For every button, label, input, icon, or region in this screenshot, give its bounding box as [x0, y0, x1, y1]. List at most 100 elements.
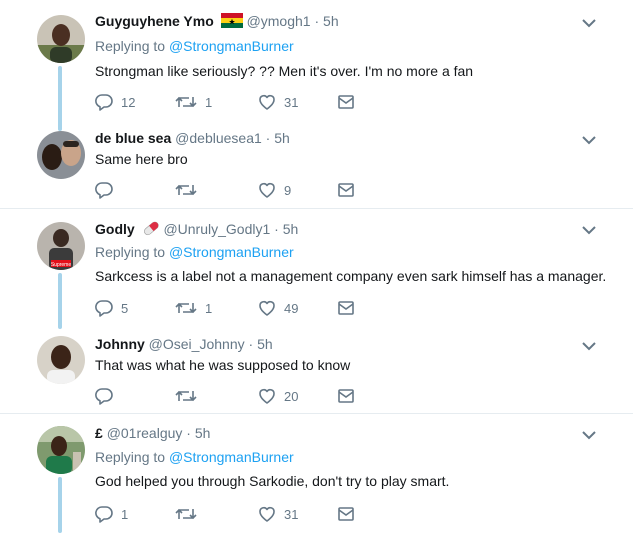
reply-icon: [95, 94, 113, 111]
separator-dot: ·: [248, 336, 254, 352]
timestamp[interactable]: 5h: [257, 336, 273, 352]
display-name[interactable]: Johnny: [95, 336, 145, 352]
tweet-actions: 9: [95, 180, 395, 200]
like-button[interactable]: 31: [258, 92, 298, 112]
user-handle[interactable]: @ymogh1: [247, 13, 311, 29]
like-count: 20: [284, 388, 299, 404]
timestamp[interactable]: 5h: [283, 221, 299, 237]
direct-message-button[interactable]: [338, 298, 354, 318]
mention-link[interactable]: @StrongmanBurner: [169, 38, 294, 54]
user-handle[interactable]: @Osei_Johnny: [149, 336, 245, 352]
display-name[interactable]: de blue sea: [95, 130, 171, 146]
heart-icon: [259, 300, 275, 316]
like-button[interactable]: 9: [258, 180, 291, 200]
tweet-text: That was what he was supposed to know: [95, 357, 351, 373]
avatar[interactable]: [37, 15, 85, 63]
retweet-count: 1: [205, 300, 213, 316]
retweet-button[interactable]: [175, 504, 205, 524]
user-handle[interactable]: @debluesea1: [175, 130, 262, 146]
direct-message-button[interactable]: [338, 386, 354, 406]
display-name[interactable]: £: [95, 425, 103, 441]
display-name[interactable]: Guyguyhene Ymo: [95, 13, 214, 29]
envelope-icon: [338, 389, 354, 403]
thread-line: [58, 66, 62, 131]
user-handle[interactable]: @Unruly_Godly1: [163, 221, 270, 237]
retweet-icon: [175, 184, 197, 196]
envelope-icon: [338, 183, 354, 197]
svg-text:Supreme: Supreme: [51, 262, 72, 268]
tweet-header: Godly @Unruly_Godly1 · 5h: [95, 220, 298, 239]
separator-dot: ·: [265, 130, 271, 146]
avatar[interactable]: [37, 131, 85, 179]
retweet-icon: [175, 302, 197, 314]
like-button[interactable]: 49: [258, 298, 298, 318]
chevron-down-icon[interactable]: [582, 135, 596, 145]
reply-button[interactable]: 5: [95, 298, 128, 318]
envelope-icon: [338, 301, 354, 315]
reply-count: 12: [121, 94, 136, 110]
direct-message-button[interactable]: [338, 504, 354, 524]
replying-to-label: Replying to: [95, 244, 166, 260]
chevron-down-icon[interactable]: [582, 18, 596, 28]
reply-button[interactable]: 12: [95, 92, 135, 112]
tweet-actions: 5 1 49: [95, 298, 395, 318]
thread-line: [58, 477, 62, 533]
reply-button[interactable]: [95, 180, 121, 200]
tweet-header: £ @01realguy · 5h: [95, 425, 210, 441]
chevron-down-icon[interactable]: [582, 430, 596, 440]
retweet-button[interactable]: [175, 180, 205, 200]
user-handle[interactable]: @01realguy: [107, 425, 183, 441]
tweet-header: Guyguyhene Ymo @ymogh1 · 5h: [95, 13, 339, 31]
retweet-button[interactable]: 1: [175, 298, 212, 318]
tweet-actions: 20: [95, 386, 395, 406]
like-count: 9: [284, 182, 292, 198]
heart-icon: [259, 94, 275, 110]
avatar[interactable]: [37, 426, 85, 474]
retweet-icon: [175, 96, 197, 108]
retweet-button[interactable]: 1: [175, 92, 212, 112]
tweet-text: God helped you through Sarkodie, don't t…: [95, 473, 450, 489]
direct-message-button[interactable]: [338, 180, 354, 200]
mention-link[interactable]: @StrongmanBurner: [169, 449, 294, 465]
ghana-flag-icon: [220, 13, 243, 31]
replying-to: Replying to @StrongmanBurner: [95, 449, 294, 465]
timestamp[interactable]: 5h: [274, 130, 290, 146]
chevron-down-icon[interactable]: [582, 341, 596, 351]
avatar[interactable]: [37, 336, 85, 384]
mention-link[interactable]: @StrongmanBurner: [169, 244, 294, 260]
tweet-text: Strongman like seriously? ?? Men it's ov…: [95, 63, 474, 79]
replies-timeline: Guyguyhene Ymo @ymogh1 · 5h Replying to …: [0, 0, 633, 533]
retweet-icon: [175, 508, 197, 520]
heart-icon: [259, 182, 275, 198]
timestamp[interactable]: 5h: [323, 13, 339, 29]
tweet-text: Sarkcess is a label not a management com…: [95, 268, 607, 284]
like-button[interactable]: 31: [258, 504, 298, 524]
replying-to-label: Replying to: [95, 449, 166, 465]
reply-icon: [95, 300, 113, 317]
heart-icon: [259, 388, 275, 404]
tweet-actions: 12 1 31: [95, 92, 395, 112]
direct-message-button[interactable]: [338, 92, 354, 112]
reply-count: 5: [121, 300, 129, 316]
reply-button[interactable]: [95, 386, 121, 406]
chevron-down-icon[interactable]: [582, 225, 596, 235]
like-count: 49: [284, 300, 299, 316]
reply-button[interactable]: 1: [95, 504, 128, 524]
tweet-header: de blue sea @debluesea1 · 5h: [95, 130, 290, 146]
like-count: 31: [284, 506, 299, 522]
tweet[interactable]: £ @01realguy · 5h Replying to @Strongman…: [0, 414, 633, 533]
like-button[interactable]: 20: [258, 386, 298, 406]
tweet[interactable]: Supreme Godly @Unruly_Godly1 · 5h Replyi…: [0, 209, 633, 329]
avatar[interactable]: Supreme: [37, 222, 85, 270]
display-name[interactable]: Godly: [95, 221, 135, 237]
timestamp[interactable]: 5h: [195, 425, 211, 441]
separator-dot: ·: [314, 13, 320, 29]
envelope-icon: [338, 95, 354, 109]
retweet-button[interactable]: [175, 386, 205, 406]
replying-to-label: Replying to: [95, 38, 166, 54]
reply-icon: [95, 506, 113, 523]
reply-icon: [95, 182, 113, 199]
tweet[interactable]: Johnny @Osei_Johnny · 5h That was what h…: [0, 327, 633, 413]
thread-line: [58, 273, 62, 329]
tweet[interactable]: Guyguyhene Ymo @ymogh1 · 5h Replying to …: [0, 0, 633, 208]
